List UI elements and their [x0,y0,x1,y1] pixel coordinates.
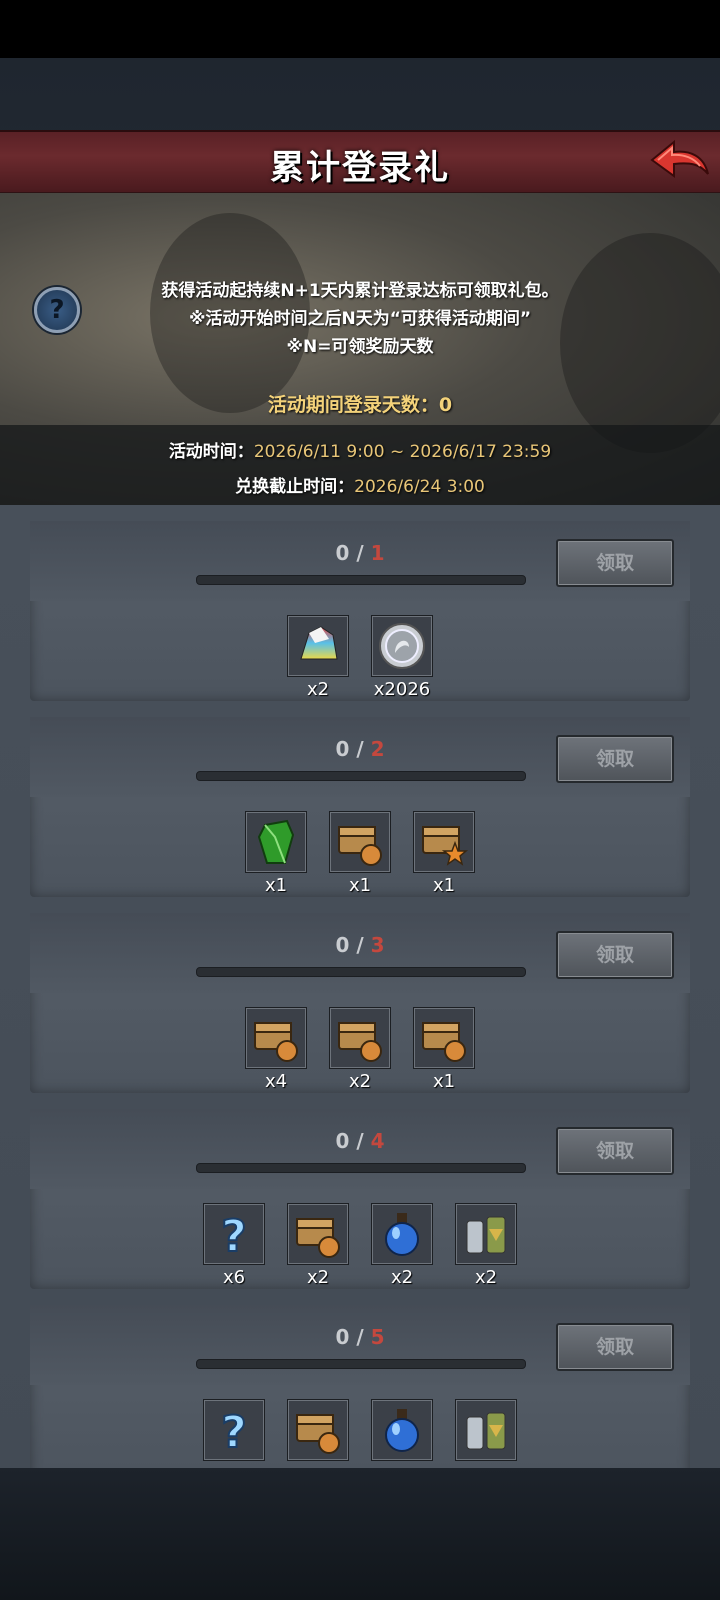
activity-time-value: 2026/6/11 9:00 ~ 2026/6/17 23:59 [253,442,552,462]
bottles-icon [466,1216,506,1254]
chest-star-icon [422,826,469,866]
page-title: 累计登录礼 [270,148,450,188]
progress-bar [196,967,526,977]
reward-items: x1 x1 x1 [30,811,690,897]
blue-potion-icon [385,1213,419,1256]
reward-item[interactable] [287,1399,349,1468]
status-bar [0,0,720,58]
activity-time: 活动时间：2026/6/11 9:00 ~ 2026/6/17 23:59 [0,437,720,462]
blue-potion-icon [385,1409,419,1452]
event-banner: ? 获得活动起持续N+1天内累计登录达标可领取礼包。 ※活动开始时间之后N天为“… [0,193,720,505]
reward-item[interactable]: x1 [329,811,391,897]
reward-item[interactable]: x4 [245,1007,307,1093]
reward-list[interactable]: 0 / 1 领取 x2 x2026 0 / 2 领取 x1 x1 x1 0 / … [0,505,720,1468]
description-line-3: ※N=可领奖励天数 [286,337,434,357]
description-line-1: 获得活动起持续N+1天内累计登录达标可领取礼包。 [161,281,559,301]
svg-text:?: ? [221,1211,247,1261]
reward-item[interactable]: x2 [287,1203,349,1289]
reward-item[interactable]: ? x6 [203,1203,265,1289]
chest-bag-icon [338,826,382,866]
reward-item[interactable] [455,1399,517,1468]
chest-bag-icon [254,1022,298,1062]
reward-card: 0 / 4 领取 ? x6 x2 x2 x2 [30,1109,690,1289]
chest-bag-icon [296,1414,340,1454]
reward-items: x4 x2 x1 [30,1007,690,1093]
title-bar: 累计登录礼 [0,130,720,195]
reward-item[interactable] [371,1399,433,1468]
reward-card: 0 / 1 领取 x2 x2026 [30,521,690,701]
claim-button[interactable]: 领取 [556,539,674,587]
reward-item[interactable]: x1 [413,1007,475,1093]
progress-bar [196,1163,526,1173]
claim-button[interactable]: 领取 [556,1127,674,1175]
chest-bag-icon [338,1022,382,1062]
chest-bag-icon [296,1218,340,1258]
reward-items: x2 x2026 [30,615,690,701]
svg-text:?: ? [221,1407,247,1457]
reward-item[interactable]: x2026 [371,615,433,701]
redeem-deadline-label: 兑换截止时间： [235,477,355,497]
reward-item[interactable]: x2 [287,615,349,701]
claim-button[interactable]: 领取 [556,931,674,979]
reward-item[interactable]: x2 [329,1007,391,1093]
progress-bar [196,575,526,585]
progress-bar [196,771,526,781]
reward-item[interactable]: x2 [455,1203,517,1289]
claim-button[interactable]: 领取 [556,1323,674,1371]
reward-item[interactable]: x1 [413,811,475,897]
reward-item[interactable]: ? [203,1399,265,1468]
activity-time-label: 活动时间： [168,442,254,462]
mystery-question-icon: ? [220,1406,248,1457]
redeem-deadline-value: 2026/6/24 3:00 [354,477,485,497]
reward-card: 0 / 5 领取 ? [30,1305,690,1468]
back-arrow-icon[interactable] [648,136,712,184]
silver-coin-icon [379,623,425,669]
mystery-question-icon: ? [220,1210,248,1261]
reward-card: 0 / 3 领取 x4 x2 x1 [30,913,690,1093]
crystal-rainbow-icon [300,626,338,660]
green-gem-icon [257,819,295,864]
reward-items: ? x6 x2 x2 x2 [30,1203,690,1289]
redeem-deadline: 兑换截止时间：2026/6/24 3:00 [0,472,720,497]
chest-bag-icon [422,1022,466,1062]
progress-bar [196,1359,526,1369]
login-days-count: 活动期间登录天数：0 [267,394,453,416]
claim-button[interactable]: 领取 [556,735,674,783]
reward-items: ? [30,1399,690,1468]
reward-item[interactable]: x1 [245,811,307,897]
bottles-icon [466,1412,506,1450]
description-line-2: ※活动开始时间之后N天为“可获得活动期间” [188,309,532,329]
reward-item[interactable]: x2 [371,1203,433,1289]
bottom-area [0,1468,720,1600]
time-info-band: 活动时间：2026/6/11 9:00 ~ 2026/6/17 23:59 兑换… [0,425,720,505]
reward-card: 0 / 2 领取 x1 x1 x1 [30,717,690,897]
